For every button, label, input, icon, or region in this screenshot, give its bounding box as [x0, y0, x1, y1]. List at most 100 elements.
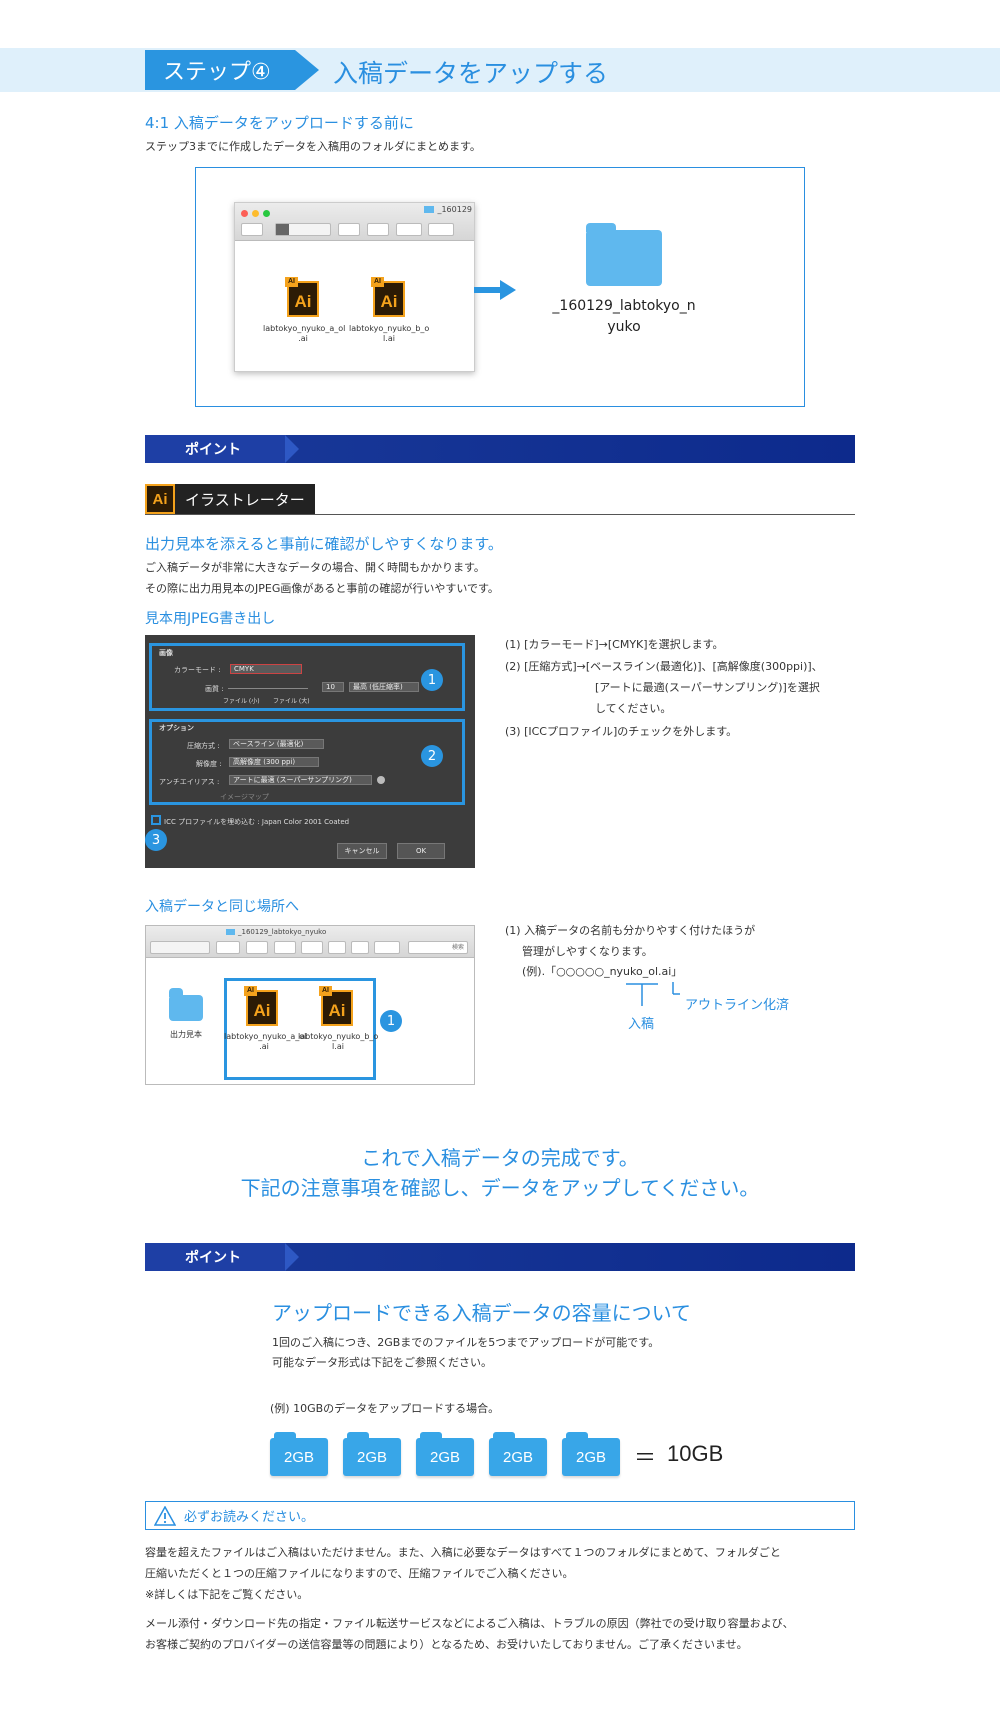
antialias-select[interactable]: アートに最適 (スーパーサンプリング)	[229, 775, 372, 785]
trash-icon[interactable]	[351, 941, 369, 954]
gear-icon[interactable]	[428, 223, 454, 236]
gb-chunk: 2GB	[416, 1432, 474, 1476]
finder-title-text: _160129	[437, 205, 472, 214]
info-icon[interactable]	[377, 776, 385, 784]
instruction-2c: してください。	[595, 702, 672, 715]
section2-line2: その際に出力用見本のJPEG画像があると事前の確認が行いやすいです。	[145, 582, 499, 595]
badge-1: 1	[380, 1010, 402, 1032]
close-dot	[241, 210, 248, 217]
finder-window-2: _160129_labtokyo_nyuko 検索 出力見本 AI Ai labt…	[145, 925, 475, 1085]
group-button[interactable]	[396, 223, 422, 236]
folder-icon[interactable]	[586, 223, 662, 286]
color-mode-select[interactable]: CMYK	[230, 664, 302, 674]
notice-title: 必ずお読みください。	[184, 1510, 315, 1525]
point-label: ポイント	[145, 435, 299, 463]
point-label: ポイント	[145, 1243, 299, 1271]
instruction-2a: (2) [圧縮方式]→[ベースライン(最適化)]、[高解像度(300ppi)]、	[505, 660, 823, 673]
gb-chunk: 2GB	[270, 1432, 328, 1476]
badge-1: 1	[421, 669, 443, 691]
divider	[145, 514, 855, 515]
quality-select[interactable]: 最高 (低圧縮率)	[349, 682, 419, 692]
arrange-button[interactable]	[216, 941, 240, 954]
file-name-a: labtokyo_nyuko_a_ol .ai	[224, 1032, 307, 1051]
antialias-label: アンチエイリアス :	[159, 778, 220, 786]
jpeg-export-title: 見本用JPEG書き出し	[145, 611, 276, 627]
sample-folder-icon[interactable]	[169, 988, 203, 1021]
section1-title: 4:1 入稿データをアップロードする前に	[145, 114, 414, 132]
total-size: 10GB	[667, 1441, 724, 1466]
step-tag: ステップ④	[145, 50, 319, 90]
badge-3: 3	[145, 829, 167, 851]
arrange-button[interactable]	[338, 223, 360, 236]
notice-p1: 容量を超えたファイルはご入稿はいただけません。また、入稿に必要なデータはすべて１…	[145, 1546, 781, 1559]
jpeg-options-dialog: 画像 カラーモード : CMYK 画質 : 10 最高 (低圧縮率) ファイル …	[145, 635, 475, 868]
notice-p2: 圧縮いただくと１つの圧縮ファイルになりますので、圧縮ファイルでご入稿ください。	[145, 1567, 574, 1580]
ai-tag: AI	[371, 277, 384, 287]
sample-folder-label: 出力見本	[170, 1030, 202, 1039]
share-icon[interactable]	[328, 941, 346, 954]
large-file-label: ファイル (大)	[273, 698, 310, 705]
capacity-line2: 可能なデータ形式は下記をご参照ください。	[272, 1356, 492, 1369]
notice-p4: メール添付・ダウンロード先の指定・ファイル転送サービスなどによるご入稿は、トラブ…	[145, 1617, 794, 1630]
bracket-lines	[626, 982, 680, 1006]
cancel-button[interactable]: キャンセル	[337, 843, 387, 859]
equals-sign: ＝	[634, 1446, 657, 1471]
gb-chunk: 2GB	[562, 1432, 620, 1476]
instruction-3: (3) [ICCプロファイル]のチェックを外します。	[505, 725, 738, 738]
file-name-a: labtokyo_nyuko_a_ol .ai	[263, 324, 346, 343]
same-location-title: 入稿データと同じ場所へ	[145, 899, 299, 915]
quality-value-field[interactable]: 10	[322, 682, 344, 692]
compression-select[interactable]: ベースライン (最適化)	[229, 739, 324, 749]
file-name-b: labtokyo_nyuko_b_o l.ai	[349, 324, 430, 343]
outline-label: アウトライン化済	[685, 998, 790, 1013]
ai-tag: AI	[244, 986, 257, 996]
finder-window: _160129 AI Ai labtokyo_nyuko_a_ol .ai AI A…	[234, 202, 475, 372]
search-input[interactable]: 検索	[408, 941, 468, 954]
folder-label: _160129_labtokyo_n yuko	[552, 298, 696, 335]
arrow-right-icon	[474, 280, 516, 300]
section2-title: 出力見本を添えると事前に確認がしやすくなります。	[145, 535, 503, 553]
folder-icon	[226, 929, 235, 935]
ai-label: Ai	[328, 1001, 346, 1020]
quicklook-eye-icon[interactable]	[367, 223, 389, 236]
ai-label: Ai	[253, 1001, 271, 1020]
quicklook-eye-icon[interactable]	[246, 941, 268, 954]
group-image-label: 画像	[159, 649, 173, 657]
small-file-label: ファイル (小)	[223, 698, 260, 705]
resolution-label: 解像度 :	[196, 760, 222, 768]
view-mode-buttons[interactable]	[275, 223, 331, 236]
group-button[interactable]	[274, 941, 296, 954]
capacity-title: アップロードできる入稿データの容量について	[272, 1301, 691, 1325]
finder2-title: _160129_labtokyo_nyuko	[226, 928, 326, 936]
ai-file-icon[interactable]: AI Ai	[319, 986, 353, 1026]
ai-file-icon[interactable]: AI Ai	[371, 277, 405, 317]
finder2-title-text: _160129_labtokyo_nyuko	[238, 928, 327, 936]
imagemap-label: イメージマップ	[220, 793, 269, 801]
ai-file-icon[interactable]: AI Ai	[244, 986, 278, 1026]
section1-desc: ステップ3までに作成したデータを入稿用のフォルダにまとめます。	[145, 140, 481, 153]
quality-slider-track[interactable]	[228, 688, 308, 689]
gb-chunk: 2GB	[343, 1432, 401, 1476]
nav-back-forward-button[interactable]	[241, 223, 263, 236]
finder-toolbar: _160129	[235, 203, 474, 241]
minimize-dot	[252, 210, 259, 217]
view-mode-buttons[interactable]	[150, 941, 210, 954]
file-name-b: labtokyo_nyuko_b_o l.ai	[298, 1032, 379, 1051]
notice-box: 必ずお読みください。	[145, 1501, 855, 1530]
ai-file-icon[interactable]: AI Ai	[285, 277, 319, 317]
naming-line1: (1) 入稿データの名前も分かりやすく付けたほうが	[505, 924, 756, 937]
search-placeholder: 検索	[451, 944, 464, 951]
warning-icon	[154, 1505, 176, 1526]
finder-title: _160129	[424, 205, 472, 214]
naming-example: (例).「○○○○○_nyuko_ol.ai」	[522, 965, 683, 978]
tag-icon[interactable]	[374, 941, 400, 954]
zoom-dot	[263, 210, 270, 217]
ok-button[interactable]: OK	[397, 843, 445, 859]
figure-folder-organize: _160129 AI Ai labtokyo_nyuko_a_ol .ai AI A…	[195, 167, 805, 407]
quality-label: 画質 :	[205, 685, 224, 693]
resolution-select[interactable]: 高解像度 (300 ppi)	[229, 757, 319, 767]
illustrator-heading: Ai イラストレーター	[145, 484, 315, 514]
capacity-example: (例) 10GBのデータをアップロードする場合。	[270, 1402, 500, 1415]
gear-icon[interactable]	[301, 941, 323, 954]
icc-checkbox[interactable]	[151, 815, 161, 825]
